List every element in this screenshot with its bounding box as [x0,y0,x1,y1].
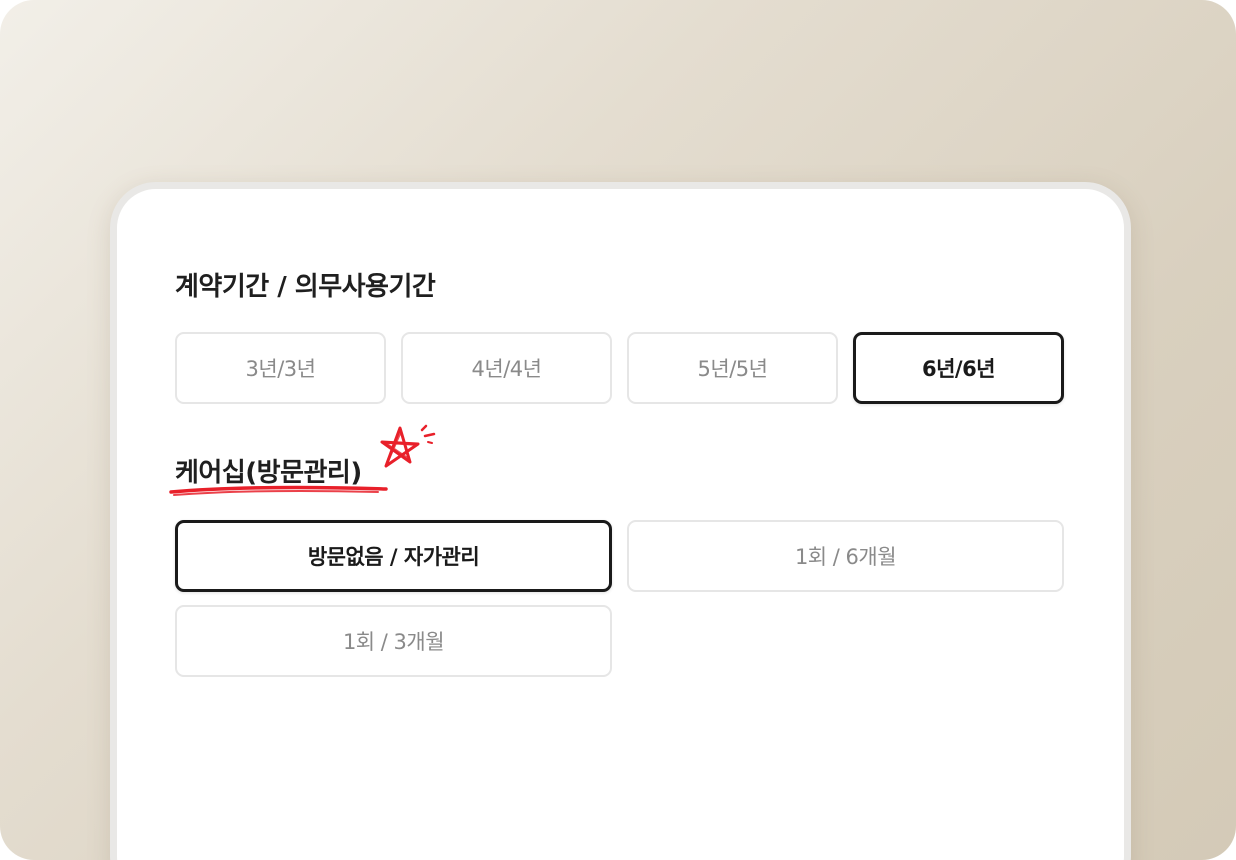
contract-period-title: 계약기간 / 의무사용기간 [175,272,436,302]
contract-option-3y[interactable]: 3년/3년 [175,332,386,404]
red-underline-scribble [169,485,388,496]
red-star-doodle-icon [380,424,436,468]
contract-option-5y[interactable]: 5년/5년 [627,332,838,404]
background: 계약기간 / 의무사용기간 3년/3년 4년/4년 5년/5년 6년/6년 케어… [0,0,1236,860]
care-option-6month[interactable]: 1회 / 6개월 [627,520,1064,592]
care-option-none[interactable]: 방문없음 / 자가관리 [175,520,612,592]
care-option-3month[interactable]: 1회 / 3개월 [175,605,612,677]
contract-option-6y[interactable]: 6년/6년 [853,332,1064,404]
contract-option-4y[interactable]: 4년/4년 [401,332,612,404]
